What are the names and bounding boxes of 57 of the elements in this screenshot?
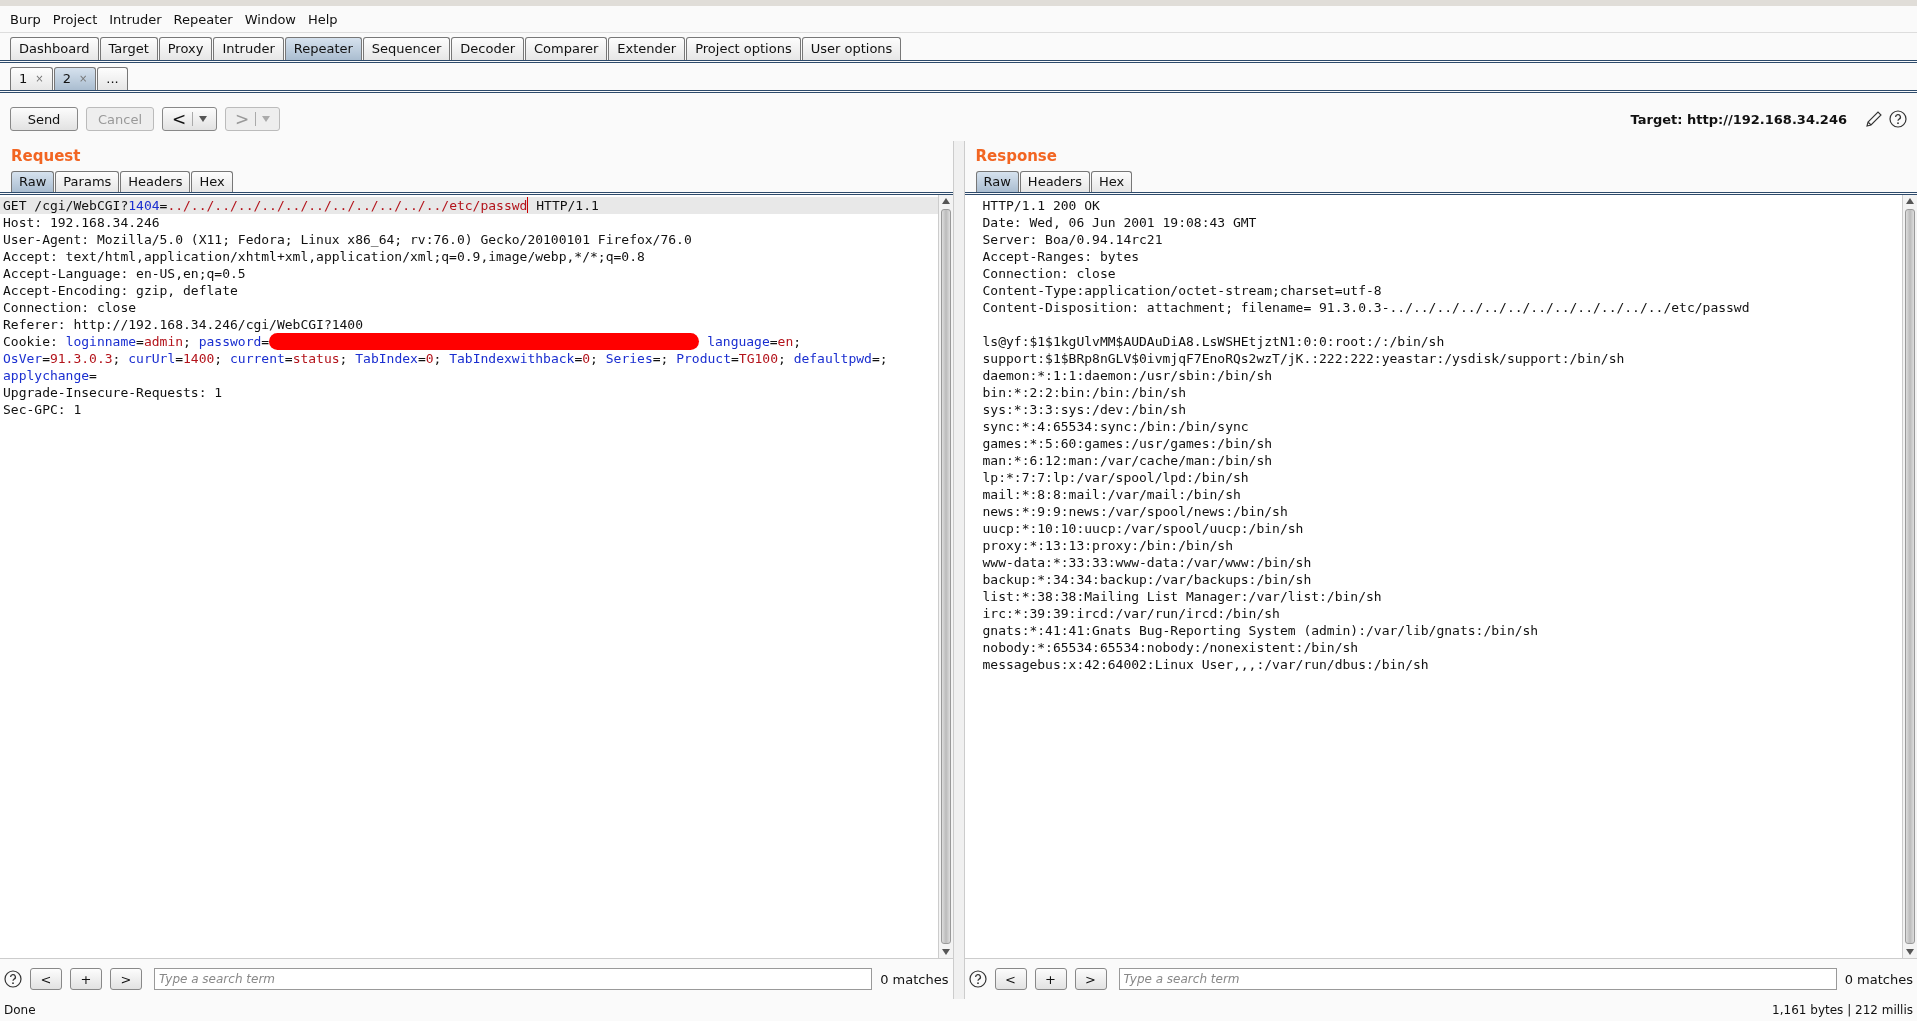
toolbar-button[interactable]: Send: [10, 107, 78, 131]
tool-tab[interactable]: Dashboard: [10, 37, 99, 60]
match-count: 0 matches: [880, 971, 949, 987]
help-icon[interactable]: [1889, 110, 1907, 128]
panel-title: Response: [974, 146, 1058, 167]
tool-tab[interactable]: Repeater: [284, 37, 362, 60]
tool-tab[interactable]: Extender: [608, 37, 686, 60]
editor-tab[interactable]: Headers: [120, 171, 191, 192]
editor-tab[interactable]: Raw: [11, 171, 55, 192]
dropdown-caret-icon: [262, 116, 271, 122]
scrollbar[interactable]: [937, 195, 953, 958]
down-arrow-icon[interactable]: [1906, 949, 1914, 955]
search-nav-button[interactable]: >: [110, 968, 142, 990]
editor-tab[interactable]: Hex: [1090, 171, 1133, 192]
menu-item[interactable]: Intruder: [103, 11, 168, 27]
help-icon[interactable]: [968, 970, 987, 988]
tool-tab[interactable]: Project options: [686, 37, 801, 60]
tool-tab[interactable]: Target: [99, 37, 158, 60]
target-label: Target: http://192.168.34.246: [1630, 111, 1847, 127]
tool-tab[interactable]: Intruder: [213, 37, 284, 60]
search-nav-button[interactable]: >: [1074, 968, 1107, 990]
up-arrow-icon[interactable]: [941, 198, 950, 204]
search-nav-button[interactable]: +: [1034, 968, 1067, 990]
pencil-icon[interactable]: [1865, 110, 1883, 128]
dropdown-caret-icon: [199, 116, 208, 122]
tool-tab[interactable]: User options: [801, 37, 902, 60]
session-tab[interactable]: 2 ×: [53, 67, 97, 90]
menu-item[interactable]: Help: [302, 11, 344, 27]
editor-tab[interactable]: Raw: [975, 171, 1019, 192]
tool-tab[interactable]: Decoder: [451, 37, 525, 60]
editor-tab[interactable]: Hex: [191, 171, 233, 192]
up-arrow-icon[interactable]: [1906, 198, 1914, 204]
text-cursor: [527, 197, 529, 213]
search-nav-button[interactable]: <: [30, 968, 62, 990]
match-count: 0 matches: [1844, 971, 1913, 987]
menu-item[interactable]: Project: [46, 11, 104, 27]
help-icon[interactable]: [4, 970, 22, 988]
menu-item[interactable]: Repeater: [167, 11, 239, 27]
status-text: Done: [4, 1003, 36, 1017]
history-button[interactable]: <: [162, 107, 217, 131]
panel-title: Request: [10, 146, 82, 167]
menu-item[interactable]: Burp: [4, 11, 47, 27]
session-tab[interactable]: ...: [97, 67, 128, 90]
tool-tab[interactable]: Comparer: [525, 37, 608, 60]
search-nav-button[interactable]: <: [994, 968, 1027, 990]
search-field[interactable]: Type a search term: [154, 968, 873, 990]
scrollbar[interactable]: [1902, 195, 1917, 958]
down-arrow-icon[interactable]: [941, 949, 950, 955]
menu-item[interactable]: Window: [238, 11, 302, 27]
tool-tab[interactable]: Proxy: [158, 37, 213, 60]
search-field[interactable]: Type a search term: [1118, 968, 1837, 990]
response-stats: 1,161 bytes | 212 millis: [1772, 1003, 1913, 1017]
editor-tab[interactable]: Params: [55, 171, 120, 192]
tool-tab[interactable]: Sequencer: [362, 37, 451, 60]
session-tab[interactable]: 1 ×: [10, 67, 53, 90]
search-nav-button[interactable]: +: [70, 968, 102, 990]
editor-tab[interactable]: Headers: [1019, 171, 1090, 192]
